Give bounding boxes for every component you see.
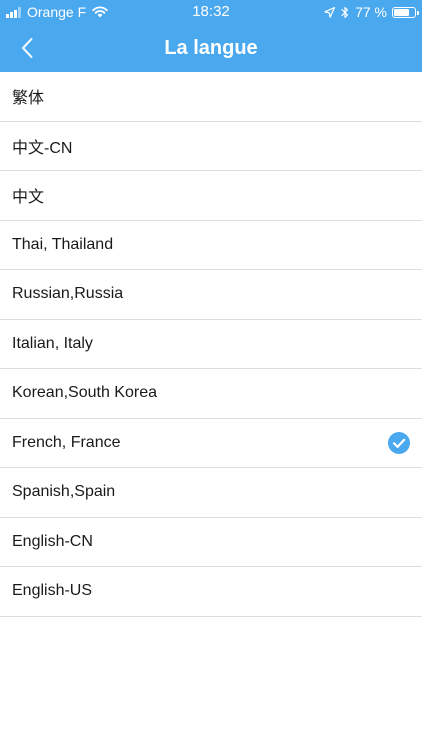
battery-icon <box>392 6 419 18</box>
language-label: English-US <box>12 582 93 600</box>
language-label: 繁体 <box>12 90 45 108</box>
language-item-6[interactable]: Korean,South Korea <box>0 369 422 419</box>
language-label: Thai, Thailand <box>12 235 114 253</box>
top-bar: Orange F 18:32 77 % La langue <box>0 0 422 72</box>
language-item-10[interactable]: English-US <box>0 567 422 617</box>
language-item-4[interactable]: Russian,Russia <box>0 270 422 320</box>
language-item-9[interactable]: English-CN <box>0 518 422 567</box>
language-item-7[interactable]: French, France <box>0 419 422 468</box>
language-item-5[interactable]: Italian, Italy <box>0 320 422 369</box>
language-list: 繁体 中文-CN 中文 Thai, Thailand Russian,Russi… <box>0 72 422 617</box>
battery-level <box>394 8 410 16</box>
checkmark-icon <box>388 431 410 454</box>
page-title: La langue <box>164 37 258 59</box>
language-label: English-CN <box>12 532 93 550</box>
language-label: Italian, Italy <box>12 334 93 352</box>
bluetooth-icon <box>341 6 349 18</box>
status-right: 77 % <box>324 4 419 20</box>
location-arrow-icon <box>324 6 336 18</box>
language-item-3[interactable]: Thai, Thailand <box>0 221 422 270</box>
language-label: Russian,Russia <box>12 285 124 303</box>
navigation-bar: La langue <box>0 24 422 72</box>
language-item-1[interactable]: 中文-CN <box>0 122 422 171</box>
language-label: 中文 <box>12 189 45 207</box>
battery-percentage: 77 % <box>355 4 387 20</box>
language-item-0[interactable]: 繁体 <box>0 72 422 122</box>
language-label: French, France <box>12 433 121 451</box>
language-item-8[interactable]: Spanish,Spain <box>0 468 422 518</box>
language-item-2[interactable]: 中文 <box>0 171 422 221</box>
status-bar: Orange F 18:32 77 % <box>0 0 422 24</box>
language-label: Korean,South Korea <box>12 384 157 402</box>
language-label: 中文-CN <box>12 139 73 157</box>
language-label: Spanish,Spain <box>12 483 116 501</box>
